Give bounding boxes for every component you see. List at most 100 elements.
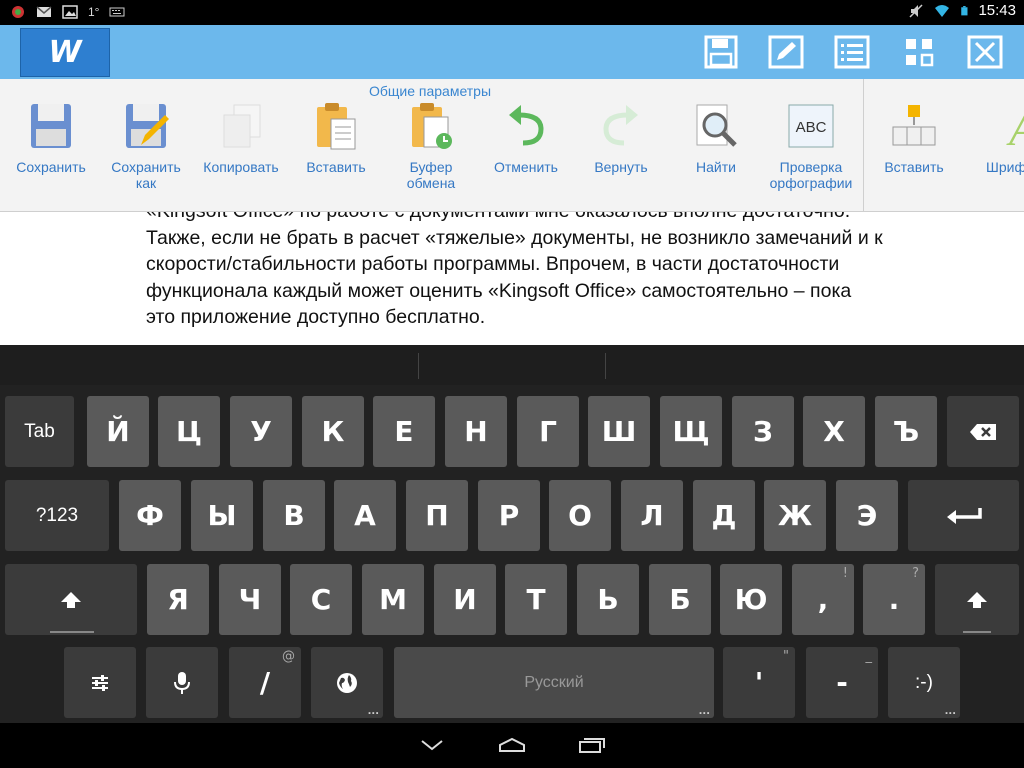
key-letter[interactable]: Ю xyxy=(720,564,782,635)
key-letter[interactable]: И xyxy=(434,564,496,635)
screen: 1° 15:43 W Общие параметры Сохранить Сох… xyxy=(0,0,1024,768)
edit-icon xyxy=(768,35,804,69)
header-save-button[interactable] xyxy=(702,33,740,71)
key-language[interactable]: ... xyxy=(311,647,383,718)
key-settings[interactable] xyxy=(64,647,136,718)
keyboard-icon xyxy=(109,7,125,17)
key-letter[interactable]: С xyxy=(290,564,352,635)
key-letter[interactable]: Ж xyxy=(764,480,826,551)
key-letter[interactable]: У xyxy=(230,396,292,467)
key-letter[interactable]: Й xyxy=(87,396,149,467)
ribbon-save-as-button[interactable]: Сохранить как xyxy=(100,101,192,191)
key-letter[interactable]: Э xyxy=(836,480,898,551)
document-line: Также, если не брать в расчет «тяжелые» … xyxy=(146,226,883,249)
key-letter[interactable]: Ш xyxy=(588,396,650,467)
key-label: Ь xyxy=(597,583,619,616)
key-enter[interactable] xyxy=(908,480,1019,551)
home-icon xyxy=(499,737,525,752)
key-letter[interactable]: Е xyxy=(373,396,435,467)
ribbon-save-label: Сохранить xyxy=(16,159,86,175)
key-label: Л xyxy=(640,499,664,532)
globe-icon xyxy=(337,672,357,693)
key-letter[interactable]: Х xyxy=(803,396,865,467)
ribbon-copy-button[interactable]: Копировать xyxy=(195,101,287,175)
nav-back-button[interactable] xyxy=(412,731,452,759)
key-shift-left[interactable] xyxy=(5,564,137,635)
key-letter[interactable]: К xyxy=(302,396,364,467)
header-grid-button[interactable] xyxy=(900,33,938,71)
key-letter[interactable]: О xyxy=(549,480,611,551)
document-line: функционала каждый может оценить «Kingso… xyxy=(146,279,852,302)
header-edit-button[interactable] xyxy=(767,33,805,71)
key-letter[interactable]: Т xyxy=(505,564,567,635)
ribbon-spellcheck-button[interactable]: ABC Проверка орфографии xyxy=(765,101,857,191)
key-voice-input[interactable] xyxy=(146,647,218,718)
header-list-button[interactable] xyxy=(833,33,871,71)
key-more-dots: ... xyxy=(944,706,956,717)
ribbon-font-button[interactable]: A Шриф xyxy=(958,101,1024,175)
key-label: - xyxy=(836,666,848,699)
key-tab[interactable]: Tab xyxy=(5,396,74,467)
key-label: . xyxy=(888,583,900,616)
key-space[interactable]: Русский... xyxy=(394,647,714,718)
save-icon xyxy=(704,35,738,69)
key-apostrophe[interactable]: ' " xyxy=(723,647,795,718)
key-letter[interactable]: Я xyxy=(147,564,209,635)
key-letter[interactable]: А xyxy=(334,480,396,551)
suggestion-strip[interactable] xyxy=(0,345,1024,385)
back-icon xyxy=(421,740,443,751)
ribbon-insert-button[interactable]: Вставить xyxy=(868,101,960,175)
wifi-icon xyxy=(935,4,950,17)
key-hint: ! xyxy=(842,566,848,581)
key-letter[interactable]: З xyxy=(732,396,794,467)
key-symbols[interactable]: ?123 xyxy=(5,480,109,551)
key-letter[interactable]: Д xyxy=(693,480,755,551)
list-view-icon xyxy=(834,35,870,69)
key-slash[interactable]: / @ xyxy=(229,647,301,718)
key-letter[interactable]: Р xyxy=(478,480,540,551)
navigation-bar xyxy=(0,723,1024,768)
key-dash[interactable]: - _ xyxy=(806,647,878,718)
key-letter[interactable]: Ч xyxy=(219,564,281,635)
key-letter[interactable]: Ц xyxy=(158,396,220,467)
key-letter[interactable]: Ф xyxy=(119,480,181,551)
key-letter[interactable]: В xyxy=(263,480,325,551)
ribbon-save-button[interactable]: Сохранить xyxy=(5,101,97,175)
nav-recent-apps-button[interactable] xyxy=(572,731,612,759)
key-label: В xyxy=(283,499,305,532)
ribbon-redo-label: Вернуть xyxy=(594,159,648,175)
key-smiley[interactable]: :-)... xyxy=(888,647,960,718)
key-shift-right[interactable] xyxy=(935,564,1019,635)
ribbon-find-button[interactable]: Найти xyxy=(670,101,762,175)
key-letter[interactable]: Ь xyxy=(577,564,639,635)
app-notification-icon xyxy=(12,6,24,18)
on-screen-keyboard: Tab Й Ц У К Е Н Г Ш Щ З Х Ъ ?123 Ф Ы В А… xyxy=(0,345,1024,723)
ribbon-paste-label: Вставить xyxy=(306,159,366,175)
ribbon-redo-button[interactable]: Вернуть xyxy=(575,101,667,175)
shift-icon xyxy=(61,591,81,608)
ribbon-paste-button[interactable]: Вставить xyxy=(290,101,382,175)
key-letter[interactable]: П xyxy=(406,480,468,551)
key-backspace[interactable] xyxy=(947,396,1019,467)
key-more-dots: ... xyxy=(367,706,379,717)
key-period[interactable]: .? xyxy=(863,564,925,635)
key-letter[interactable]: Г xyxy=(517,396,579,467)
ribbon-undo-button[interactable]: Отменить xyxy=(480,101,572,175)
key-letter[interactable]: Л xyxy=(621,480,683,551)
key-letter[interactable]: М xyxy=(362,564,424,635)
document-area[interactable]: «Kingsoft Office» по работе с документам… xyxy=(0,212,1024,345)
key-comma[interactable]: ,! xyxy=(792,564,854,635)
nav-home-button[interactable] xyxy=(492,731,532,759)
key-letter[interactable]: Б xyxy=(649,564,711,635)
key-letter[interactable]: Ъ xyxy=(875,396,937,467)
spellcheck-icon: ABC xyxy=(788,104,834,148)
key-letter[interactable]: Ы xyxy=(191,480,253,551)
key-label: З xyxy=(753,415,773,448)
key-hint: _ xyxy=(865,649,873,664)
key-letter[interactable]: Щ xyxy=(660,396,722,467)
microphone-icon xyxy=(174,671,190,694)
key-letter[interactable]: Н xyxy=(445,396,507,467)
ribbon-clipboard-button[interactable]: Буфер обмена xyxy=(385,101,477,191)
app-logo-button[interactable]: W xyxy=(20,28,110,77)
header-close-button[interactable] xyxy=(966,33,1004,71)
